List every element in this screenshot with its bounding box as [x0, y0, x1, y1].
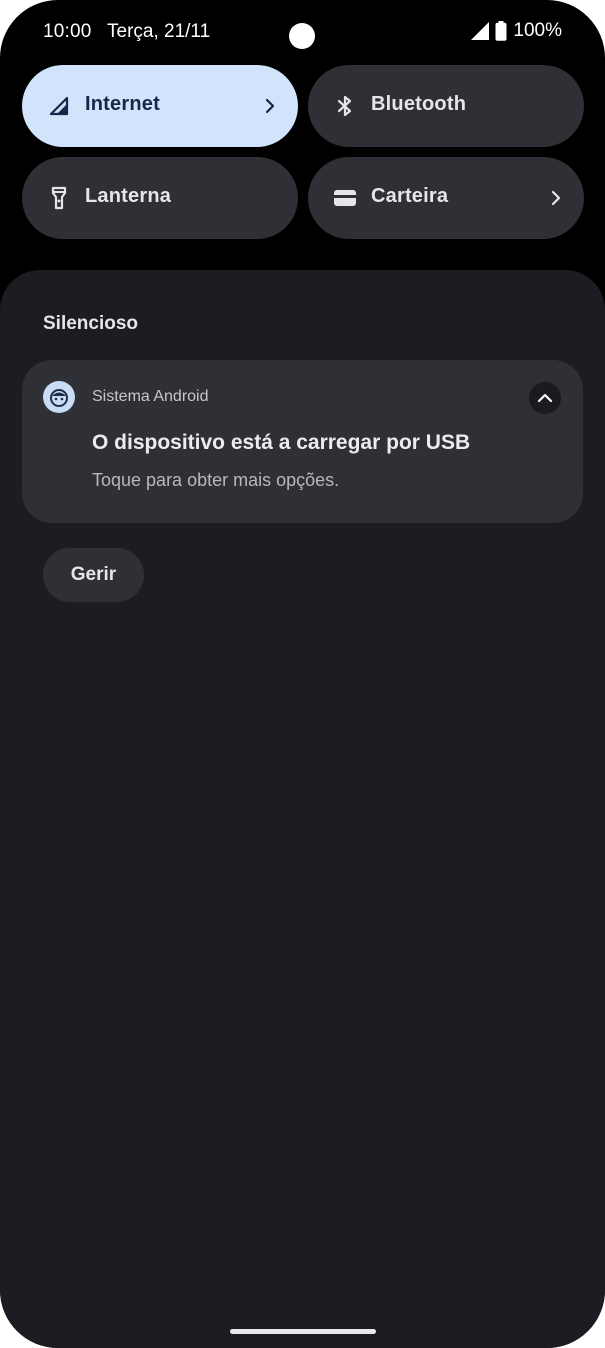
- tile-label: Carteira: [371, 185, 449, 207]
- chevron-right-icon: [265, 98, 275, 114]
- chevron-up-icon: [537, 393, 553, 403]
- wallet-icon: [332, 184, 358, 212]
- notification-card[interactable]: Sistema Android O dispositivo está a car…: [22, 360, 583, 523]
- signal-icon: [471, 22, 490, 40]
- status-icons: 100%: [471, 20, 562, 42]
- manage-button[interactable]: Gerir: [43, 548, 144, 602]
- tile-label: Internet: [85, 93, 160, 115]
- tile-label: Lanterna: [85, 185, 172, 207]
- notification-shade: Silencioso Sistema Android O dispositivo…: [0, 270, 605, 1348]
- flashlight-icon: [46, 184, 72, 212]
- tile-wallet[interactable]: Carteira: [308, 157, 584, 239]
- chevron-right-icon: [551, 190, 561, 206]
- status-date: Terça, 21/11: [107, 21, 211, 42]
- notification-title: O dispositivo está a carregar por USB: [92, 431, 471, 454]
- tile-bluetooth[interactable]: Bluetooth: [308, 65, 584, 147]
- battery-level: 100%: [513, 20, 562, 41]
- tile-internet[interactable]: Internet: [22, 65, 298, 147]
- phone-screen: 10:00 Terça, 21/11 100% Internet Bluetoo…: [0, 0, 605, 1348]
- status-bar: 10:00 Terça, 21/11 100%: [0, 0, 605, 64]
- status-time: 10:00: [43, 21, 92, 42]
- section-header-silent: Silencioso: [43, 313, 139, 334]
- tile-label: Bluetooth: [371, 93, 467, 115]
- android-icon: [43, 381, 75, 413]
- bluetooth-icon: [332, 92, 358, 120]
- navigation-handle[interactable]: [230, 1329, 376, 1334]
- signal-icon: [46, 92, 72, 120]
- battery-icon: [495, 21, 507, 41]
- camera-cutout: [289, 23, 315, 49]
- collapse-button[interactable]: [529, 382, 561, 414]
- notification-app-name: Sistema Android: [92, 388, 209, 405]
- notification-text: Toque para obter mais opções.: [92, 470, 340, 490]
- tile-flashlight[interactable]: Lanterna: [22, 157, 298, 239]
